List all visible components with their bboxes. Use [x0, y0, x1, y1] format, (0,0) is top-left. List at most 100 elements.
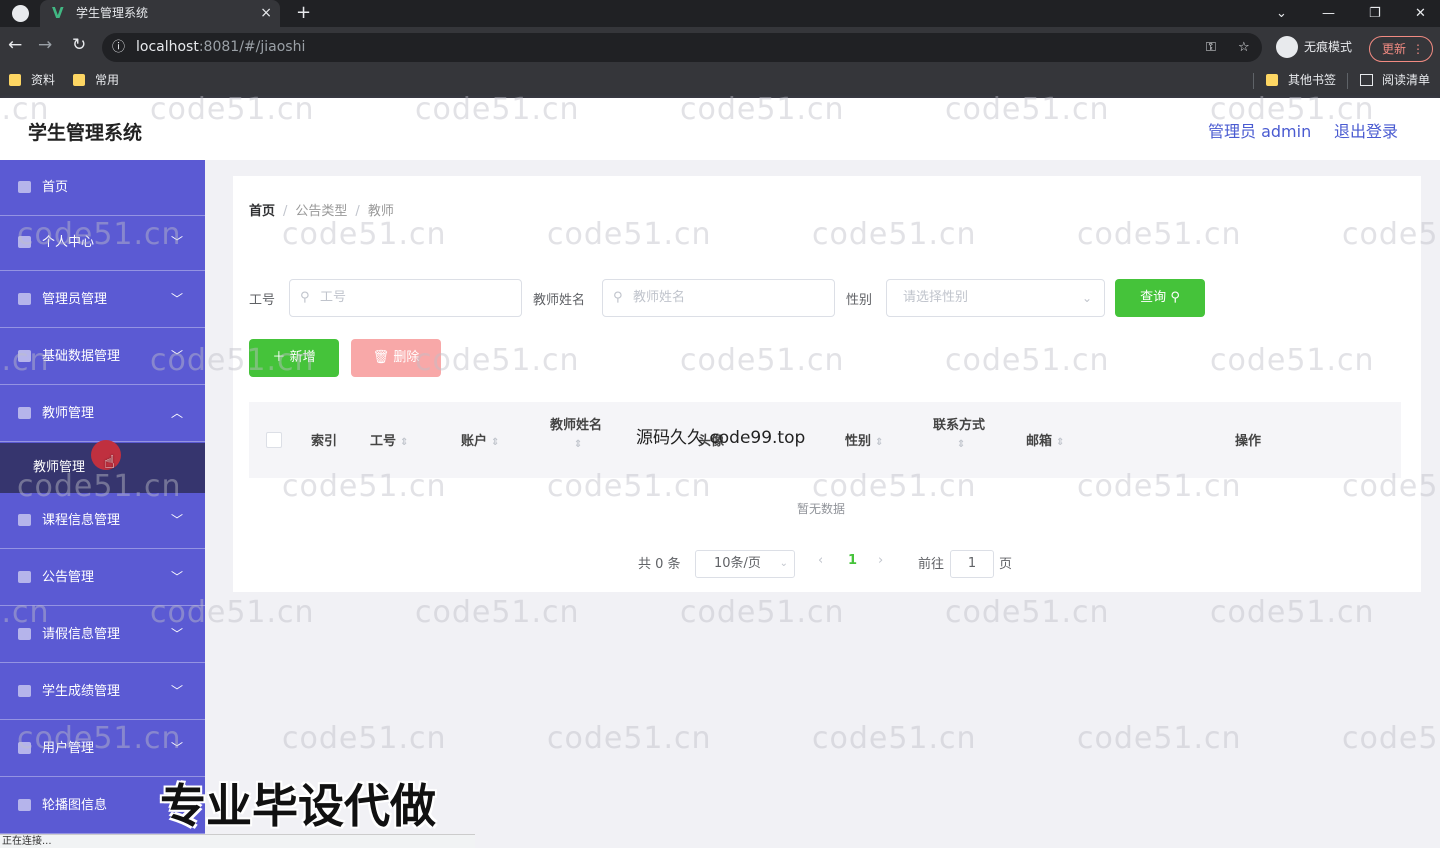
watermark-text: code51.cn [547, 721, 712, 756]
column-header[interactable]: 性别 ⇕ [845, 430, 883, 449]
watermark-text: code51.cn [812, 217, 977, 252]
breadcrumb-home[interactable]: 首页 [249, 204, 275, 219]
back-icon[interactable]: ← [8, 35, 22, 55]
sex-placeholder: 请选择性别 [903, 290, 969, 305]
column-label: 性别 [845, 434, 872, 449]
browser-status-bar: 正在连接... [0, 834, 475, 848]
watermark-text: code51.cn [547, 217, 712, 252]
sidebar-item-2[interactable]: 管理员管理 ﹀ [0, 272, 205, 328]
column-header: 索引 [311, 430, 337, 449]
table-header [249, 402, 1401, 478]
site-info-icon[interactable]: ⓘ [112, 33, 125, 62]
page-number[interactable]: 1 [848, 553, 857, 568]
query-label: 查询 [1140, 290, 1167, 305]
sidebar-item-label: 教师管理 [42, 406, 95, 421]
sort-icon[interactable]: ⇕ [400, 437, 408, 448]
search-icon: ⚲ [613, 290, 623, 305]
watermark-text: code51.cn [680, 343, 845, 378]
course-icon [18, 514, 31, 526]
sex-label: 性别 [846, 293, 873, 308]
chevron-down-icon: ﹀ [170, 292, 183, 306]
bookmark-folder-1[interactable]: 常用 [73, 68, 119, 92]
incognito-badge[interactable]: 无痕模式 [1274, 36, 1352, 58]
watermark-text: code51.cn [415, 595, 580, 630]
sort-icon[interactable]: ⇕ [554, 439, 602, 450]
watermark-text: code51.cn [1342, 217, 1440, 252]
teacher-name-placeholder: 教师姓名 [633, 290, 686, 305]
watermark-text: code51.cn [282, 721, 447, 756]
sort-icon[interactable]: ⇕ [875, 437, 883, 448]
restore-icon[interactable]: ❐ [1369, 0, 1381, 27]
more-menu-icon[interactable]: ⋮ [1412, 37, 1424, 61]
reading-list-icon [1360, 74, 1373, 86]
gonghao-placeholder: 工号 [320, 290, 347, 305]
sidebar-item-4[interactable]: 教师管理 ︿ [0, 386, 205, 442]
browser-tabstrip: V 学生管理系统 × + ⌄ — ❐ ✕ [0, 0, 1440, 27]
admin-icon [18, 293, 31, 305]
next-page-icon[interactable]: › [878, 553, 883, 568]
select-all-checkbox[interactable] [266, 432, 282, 448]
watermark-text: code51.cn [17, 721, 182, 756]
watermark-text: code51.cn [1077, 469, 1242, 504]
column-header[interactable]: 教师姓名 ⇕ [550, 414, 602, 450]
incognito-avatar-icon [1276, 36, 1298, 58]
gonghao-input[interactable]: ⚲ 工号 [289, 279, 522, 317]
chevron-down-icon: ⌄ [779, 558, 788, 569]
watermark-text: code51.cn [1077, 217, 1242, 252]
column-header[interactable]: 联系方式 ⇕ [933, 414, 985, 450]
sort-icon[interactable]: ⇕ [937, 439, 985, 450]
tab-search-icon[interactable]: ⌄ [1276, 0, 1287, 27]
prev-page-icon[interactable]: ‹ [818, 553, 823, 568]
watermark-text: code51.cn [945, 92, 1110, 127]
sidebar-item-0[interactable]: 首页 [0, 160, 205, 216]
column-header[interactable]: 工号 ⇕ [370, 430, 408, 449]
bookmark-folder-0[interactable]: 资料 [9, 68, 55, 92]
teacher-icon [18, 407, 31, 419]
column-header[interactable]: 账户 ⇕ [461, 430, 499, 449]
minimize-icon[interactable]: — [1322, 0, 1335, 27]
sidebar-item-8[interactable]: 学生成绩管理 ﹀ [0, 664, 205, 720]
address-bar[interactable]: ⓘ localhost:8081/#/jiaoshi ⚿ ☆ [102, 33, 1262, 62]
watermark-text: code51.cn [945, 595, 1110, 630]
watermark-text: code51.cn [415, 92, 580, 127]
source-overlay-text: 源码久久 code99.top [636, 428, 806, 448]
update-button[interactable]: 更新 ⋮ [1369, 36, 1433, 62]
reload-icon[interactable]: ↻ [72, 35, 86, 55]
column-label: 教师姓名 [550, 418, 603, 433]
sex-select[interactable]: 请选择性别 ⌄ [886, 279, 1105, 317]
teacher-name-input[interactable]: ⚲ 教师姓名 [602, 279, 835, 317]
reading-list[interactable]: 阅读清单 [1360, 68, 1430, 92]
chevron-up-icon: ︿ [170, 406, 183, 420]
tab-close-icon[interactable]: × [260, 0, 272, 27]
bookmark-star-icon[interactable]: ☆ [1238, 33, 1250, 62]
column-header[interactable]: 邮箱 ⇕ [1026, 430, 1064, 449]
sidebar-item-label: 轮播图信息 [42, 798, 108, 813]
search-icon: ⚲ [1170, 290, 1180, 305]
close-window-icon[interactable]: ✕ [1415, 0, 1426, 27]
page-size-select[interactable]: 10条/页 ⌄ [695, 550, 795, 578]
watermark-text: code51.cn [812, 721, 977, 756]
folder-icon [73, 74, 85, 86]
query-button[interactable]: 查询 ⚲ [1115, 279, 1205, 317]
other-bookmarks[interactable]: 其他书签 [1266, 68, 1336, 92]
gonghao-label: 工号 [249, 293, 276, 308]
browser-tab[interactable]: V 学生管理系统 × [40, 0, 280, 27]
forward-icon[interactable]: → [38, 35, 52, 55]
page-size-value: 10条/页 [714, 556, 761, 571]
watermark-text: code51.cn [282, 217, 447, 252]
folder-icon [1266, 74, 1278, 86]
goto-label: 前往 [918, 557, 945, 572]
watermark-text: code51.cn [1210, 595, 1375, 630]
chevron-down-icon: ⌄ [1081, 291, 1092, 305]
watermark-text: code51.cn [812, 469, 977, 504]
new-tab-button[interactable]: + [296, 0, 311, 26]
key-icon[interactable]: ⚿ [1206, 33, 1216, 62]
reading-list-label: 阅读清单 [1382, 73, 1431, 87]
goto-page-input[interactable]: 1 [950, 550, 994, 578]
sort-icon[interactable]: ⇕ [1056, 437, 1064, 448]
watermark-text: code51.cn [0, 595, 50, 630]
watermark-text: code51.cn [1210, 343, 1375, 378]
incognito-icon [12, 5, 29, 22]
browser-toolbar: ← → ↻ ⓘ localhost:8081/#/jiaoshi ⚿ ☆ 无痕模… [0, 27, 1440, 68]
sort-icon[interactable]: ⇕ [491, 437, 499, 448]
